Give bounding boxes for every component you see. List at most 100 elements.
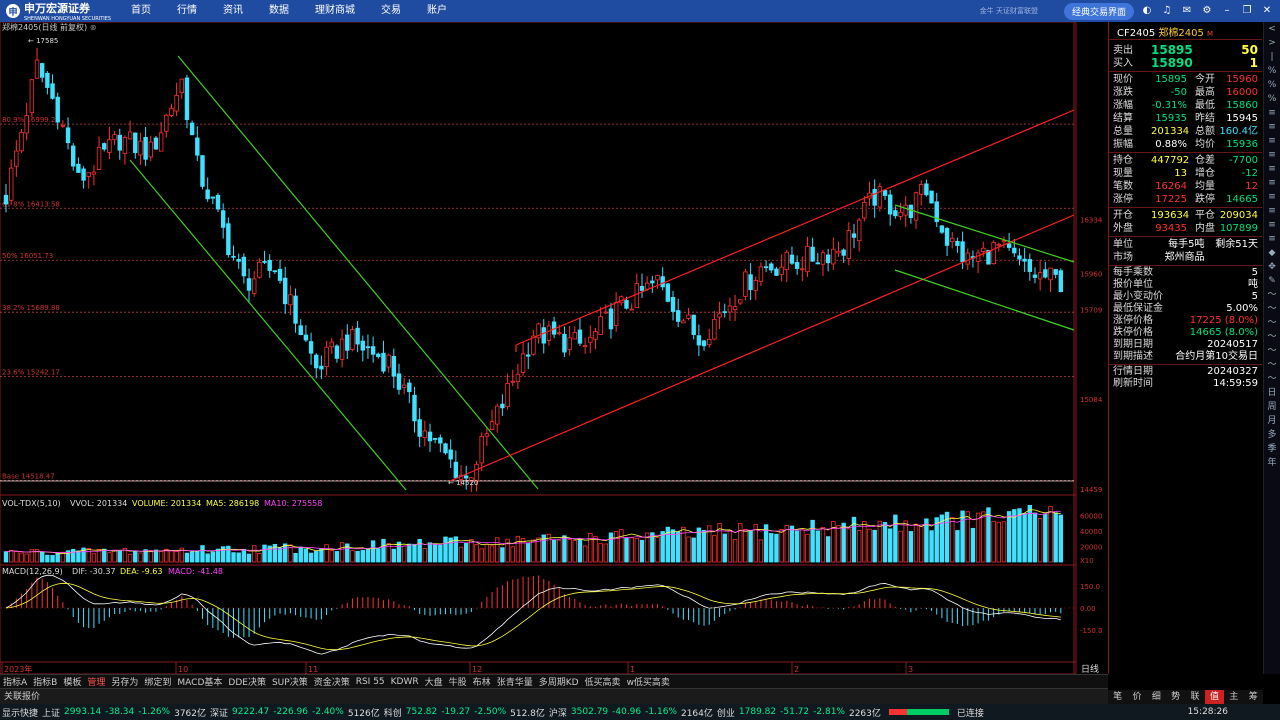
nav-item-0[interactable]: 首页 xyxy=(118,0,164,22)
toolbar-tool-1-icon[interactable]: > xyxy=(1264,36,1280,50)
indicator-tab-4[interactable]: 另存为 xyxy=(108,675,141,688)
candle-body xyxy=(846,230,852,259)
toolbar-tool-18-icon[interactable]: ✎ xyxy=(1264,274,1280,288)
indicator-tab-0[interactable]: 指标A xyxy=(0,675,30,688)
related-quotes-bar[interactable]: 关联报价 xyxy=(0,688,1108,704)
theme-icon[interactable]: ◐ xyxy=(1140,4,1154,18)
indicator-tab-10[interactable]: RSI 55 xyxy=(353,677,388,687)
toolbar-tool-20-icon[interactable]: 〜 xyxy=(1264,302,1280,316)
nav-item-1[interactable]: 行情 xyxy=(164,0,210,22)
field-label: 每手乘数 xyxy=(1113,267,1153,278)
toolbar-tool-24-icon[interactable]: 〜 xyxy=(1264,358,1280,372)
restore-icon[interactable]: ❐ xyxy=(1240,4,1254,18)
toolbar-tool-9-icon[interactable]: ≡ xyxy=(1264,148,1280,162)
volume-bar xyxy=(696,527,702,563)
toolbar-tool-27-icon[interactable]: 周 xyxy=(1264,400,1280,414)
indicator-tab-7[interactable]: DDE决策 xyxy=(225,675,269,688)
nav-item-6[interactable]: 账户 xyxy=(414,0,460,22)
headset-icon[interactable]: ♫ xyxy=(1160,4,1174,18)
indicator-tab-5[interactable]: 绑定到 xyxy=(141,675,174,688)
indicator-tab-1[interactable]: 指标B xyxy=(30,675,60,688)
indicator-tab-15[interactable]: 张青华量 xyxy=(494,675,536,688)
panel-tab-5[interactable]: 值 xyxy=(1204,690,1225,704)
indicator-tab-16[interactable]: 多周期KD xyxy=(536,675,582,688)
candle-body xyxy=(567,337,572,351)
indicator-tab-11[interactable]: KDWR xyxy=(388,677,422,687)
toolbar-tool-6-icon[interactable]: ≡ xyxy=(1264,106,1280,120)
toolbar-tool-10-icon[interactable]: ≡ xyxy=(1264,162,1280,176)
toolbar-tool-15-icon[interactable]: ≡ xyxy=(1264,232,1280,246)
field-value: 17225 xyxy=(1155,194,1187,205)
toolbar-tool-29-icon[interactable]: 多 xyxy=(1264,428,1280,442)
indicator-tab-9[interactable]: 资金决策 xyxy=(311,675,353,688)
candle-body xyxy=(39,63,45,78)
toolbar-tool-17-icon[interactable]: ✥ xyxy=(1264,260,1280,274)
toolbar-tool-19-icon[interactable]: 〜 xyxy=(1264,288,1280,302)
panel-tabs: 笔价细势联值主筹 xyxy=(1108,690,1263,704)
field-value: 0.88% xyxy=(1155,139,1187,150)
indicator-tab-13[interactable]: 牛股 xyxy=(446,675,470,688)
panel-tab-3[interactable]: 势 xyxy=(1166,690,1185,704)
toolbar-tool-2-icon[interactable]: | xyxy=(1264,50,1280,64)
toolbar-tool-30-icon[interactable]: 季 xyxy=(1264,442,1280,456)
panel-tab-1[interactable]: 价 xyxy=(1127,690,1146,704)
toolbar-tool-7-icon[interactable]: ≡ xyxy=(1264,120,1280,134)
volume-bar xyxy=(401,545,407,563)
toolbar-tool-14-icon[interactable]: ≡ xyxy=(1264,218,1280,232)
toolbar-tool-25-icon[interactable]: 〜 xyxy=(1264,372,1280,386)
toolbar-tool-16-icon[interactable]: ◆ xyxy=(1264,246,1280,260)
chart-svg[interactable]: 80.9% 16999.2961.8% 16413.5850% 16051.73… xyxy=(0,22,1108,674)
indicator-tab-14[interactable]: 布林 xyxy=(470,675,494,688)
mail-icon[interactable]: ✉ xyxy=(1180,4,1194,18)
nav-item-2[interactable]: 资讯 xyxy=(210,0,256,22)
candle-body xyxy=(117,134,122,151)
volume-bar xyxy=(805,533,810,563)
toolbar-tool-8-icon[interactable]: ≡ xyxy=(1264,134,1280,148)
toolbar-tool-31-icon[interactable]: 年 xyxy=(1264,456,1280,470)
toolbar-tool-28-icon[interactable]: 月 xyxy=(1264,414,1280,428)
nav-item-3[interactable]: 数据 xyxy=(256,0,302,22)
nav-item-4[interactable]: 理财商城 xyxy=(302,0,368,22)
indicator-tab-18[interactable]: w低买高卖 xyxy=(624,675,673,688)
candle-body xyxy=(215,194,221,210)
candle-body xyxy=(241,256,247,277)
toolbar-tool-3-icon[interactable]: % xyxy=(1264,64,1280,78)
candle-body xyxy=(376,353,381,357)
panel-tab-4[interactable]: 联 xyxy=(1186,690,1205,704)
toolbar-tool-0-icon[interactable]: < xyxy=(1264,22,1280,36)
panel-tab-2[interactable]: 细 xyxy=(1147,690,1166,704)
status-show[interactable]: 显示快捷 xyxy=(0,706,40,719)
minimize-icon[interactable]: – xyxy=(1220,4,1234,18)
indicator-tab-17[interactable]: 低买高卖 xyxy=(582,675,624,688)
indicator-tab-2[interactable]: 模板 xyxy=(60,675,84,688)
toolbar-tool-5-icon[interactable]: % xyxy=(1264,92,1280,106)
candle-body xyxy=(588,336,593,343)
indicator-tab-12[interactable]: 大盘 xyxy=(422,675,446,688)
settings-icon[interactable]: ⊗ xyxy=(90,23,97,32)
indicator-tab-8[interactable]: SUP决策 xyxy=(269,675,311,688)
nav-item-5[interactable]: 交易 xyxy=(368,0,414,22)
volume-bar xyxy=(639,539,645,563)
indicator-tab-3[interactable]: 管理 xyxy=(84,675,108,688)
panel-tab-0[interactable]: 笔 xyxy=(1108,690,1127,704)
panel-tab-6[interactable]: 主 xyxy=(1224,690,1243,704)
kline-chart[interactable]: 80.9% 16999.29 61.8% 16413.58 50% 16051.73… xyxy=(0,22,1108,674)
toolbar-tool-21-icon[interactable]: 〜 xyxy=(1264,316,1280,330)
candle-body xyxy=(675,310,681,322)
gear-icon[interactable]: ⚙ xyxy=(1200,4,1214,18)
toolbar-tool-13-icon[interactable]: ≡ xyxy=(1264,204,1280,218)
toolbar-tool-4-icon[interactable]: % xyxy=(1264,78,1280,92)
period-button[interactable]: 日线 xyxy=(1081,663,1099,674)
toolbar-tool-11-icon[interactable]: ≡ xyxy=(1264,176,1280,190)
toolbar-tool-23-icon[interactable]: 〜 xyxy=(1264,344,1280,358)
close-icon[interactable]: ✕ xyxy=(1260,4,1274,18)
panel-tab-7[interactable]: 筹 xyxy=(1244,690,1263,704)
toolbar-tool-22-icon[interactable]: 〜 xyxy=(1264,330,1280,344)
toolbar-tool-12-icon[interactable]: ≡ xyxy=(1264,190,1280,204)
classic-trade-button[interactable]: 经典交易界面 xyxy=(1063,2,1134,20)
candle-body xyxy=(345,334,350,351)
indicator-tab-6[interactable]: MACD基本 xyxy=(174,675,225,688)
status-hs_a: 2164亿 xyxy=(680,708,713,719)
related-quotes-label: 关联报价 xyxy=(4,692,41,702)
toolbar-tool-26-icon[interactable]: 日 xyxy=(1264,386,1280,400)
